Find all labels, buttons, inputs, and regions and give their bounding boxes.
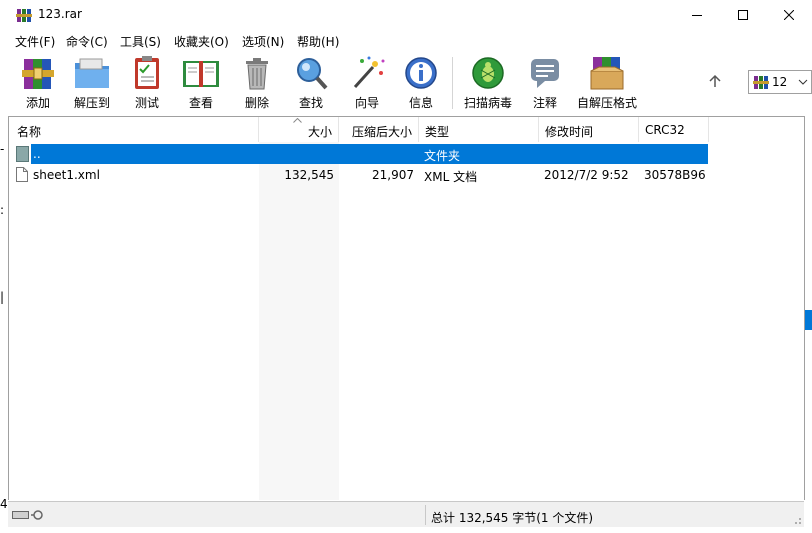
file-icon	[16, 167, 28, 182]
maximize-icon	[738, 10, 748, 20]
scan-virus-button[interactable]: 扫描病毒	[460, 55, 516, 111]
winrar-app-icon	[16, 9, 32, 22]
info-button[interactable]: 信息	[400, 55, 442, 111]
row-name: ..	[33, 147, 41, 161]
selection-highlight	[31, 144, 708, 164]
magic-wand-icon	[353, 56, 385, 89]
comment-button[interactable]: 注释	[524, 55, 566, 111]
sfx-button-label: 自解压格式	[576, 96, 637, 110]
sorted-column-shade	[259, 142, 339, 500]
title-bar[interactable]: 123.rar	[8, 0, 812, 30]
column-header-crc[interactable]: CRC32	[639, 117, 709, 142]
test-clipboard-icon	[135, 56, 159, 89]
winrar-window: - : | 4 123.rar 文件(F) 命令(C) 工具(S) 收藏夹(O)…	[0, 0, 812, 533]
resize-grip-icon[interactable]	[792, 515, 802, 525]
table-row[interactable]: sheet1.xml 132,545 21,907 XML 文档 2012/7/…	[16, 165, 708, 185]
extract-to-button-label: 解压到	[73, 96, 110, 110]
status-bar: 总计 132,545 字节(1 个文件)	[8, 501, 804, 527]
winrar-archive-icon	[753, 76, 769, 89]
scan-virus-button-label: 扫描病毒	[463, 96, 512, 110]
column-header-type[interactable]: 类型	[419, 117, 539, 142]
test-button-label: 测试	[134, 96, 159, 110]
row-name: sheet1.xml	[33, 168, 100, 182]
list-right-border	[804, 116, 805, 500]
toolbar-separator	[452, 57, 453, 109]
menu-file[interactable]: 文件(F)	[15, 33, 55, 50]
drive-key-icon[interactable]	[12, 509, 48, 521]
column-header-modified-label: 修改时间	[545, 125, 594, 139]
delete-button[interactable]: 删除	[236, 55, 278, 111]
add-button-label: 添加	[25, 96, 50, 110]
info-icon	[405, 57, 437, 89]
row-type: XML 文档	[424, 170, 478, 184]
view-book-icon	[183, 61, 219, 87]
comment-button-label: 注释	[532, 96, 557, 110]
row-crc: 30578B96	[644, 168, 706, 182]
find-button[interactable]: 查找	[290, 55, 332, 111]
delete-button-label: 删除	[244, 96, 269, 110]
background-window-glyph: :	[0, 203, 5, 217]
column-header-size-label: 大小	[307, 125, 332, 139]
comment-icon	[531, 59, 559, 88]
extract-folder-icon	[75, 58, 109, 88]
row-modified: 2012/7/2 9:52	[544, 168, 629, 182]
minimize-icon	[692, 15, 702, 16]
window-title: 123.rar	[38, 7, 82, 21]
archive-address-box[interactable]: 12	[748, 70, 812, 94]
wizard-button[interactable]: 向导	[346, 55, 388, 111]
wizard-button-label: 向导	[354, 96, 379, 110]
column-header-packed[interactable]: 压缩后大小	[339, 117, 419, 142]
menu-options[interactable]: 选项(N)	[242, 33, 284, 50]
status-divider	[425, 505, 426, 525]
table-row[interactable]: .. 文件夹	[16, 144, 708, 164]
info-button-label: 信息	[408, 96, 433, 110]
column-header-size[interactable]: 大小	[259, 117, 339, 142]
sfx-button[interactable]: 自解压格式	[576, 55, 638, 111]
magnifier-icon	[297, 58, 328, 90]
background-window-glyph: |	[0, 290, 5, 304]
column-header-crc-label: CRC32	[645, 123, 685, 137]
file-list[interactable]: 名称 大小 压缩后大小 类型 修改时间 CRC32 .. 文件夹 sheet1.…	[8, 116, 804, 500]
find-button-label: 查找	[298, 96, 323, 110]
column-header-modified[interactable]: 修改时间	[539, 117, 639, 142]
status-summary: 总计 132,545 字节(1 个文件)	[431, 511, 594, 525]
virus-scan-icon	[472, 57, 504, 89]
minimize-button[interactable]	[674, 0, 720, 30]
trash-icon	[246, 58, 268, 90]
chevron-down-icon	[798, 79, 808, 85]
row-packed: 21,907	[372, 168, 414, 182]
test-button[interactable]: 测试	[126, 55, 168, 111]
view-button-label: 查看	[188, 96, 213, 110]
add-archive-icon	[22, 59, 54, 89]
row-type: 文件夹	[424, 149, 461, 163]
column-header-name-label: 名称	[17, 125, 42, 139]
parent-folder-icon	[16, 146, 29, 162]
column-header-packed-label: 压缩后大小	[351, 125, 412, 139]
menu-favorites[interactable]: 收藏夹(O)	[174, 33, 229, 50]
maximize-button[interactable]	[720, 0, 766, 30]
view-button[interactable]: 查看	[178, 55, 224, 111]
sort-ascending-icon	[293, 118, 302, 123]
toolbar: 添加 解压到 测试 查看 删除 查找 向导 信息 扫描病毒 注释 自解压格式 1…	[8, 51, 812, 114]
close-button[interactable]	[766, 0, 812, 30]
row-size: 132,545	[284, 168, 334, 182]
column-header-name[interactable]: 名称	[9, 117, 259, 142]
background-window-glyph: 4	[0, 497, 8, 511]
up-folder-arrow-icon[interactable]	[708, 73, 722, 89]
background-window-glyph: -	[0, 142, 5, 156]
background-window-selection	[804, 310, 812, 330]
column-header-type-label: 类型	[425, 125, 450, 139]
close-icon	[784, 10, 794, 20]
menu-tools[interactable]: 工具(S)	[120, 33, 161, 50]
extract-to-button[interactable]: 解压到	[68, 55, 116, 111]
menu-help[interactable]: 帮助(H)	[297, 33, 339, 50]
sfx-box-icon	[590, 57, 624, 90]
add-button[interactable]: 添加	[16, 55, 60, 111]
menu-bar: 文件(F) 命令(C) 工具(S) 收藏夹(O) 选项(N) 帮助(H)	[8, 30, 812, 51]
archive-address-text: 12	[772, 75, 788, 89]
menu-commands[interactable]: 命令(C)	[66, 33, 108, 50]
